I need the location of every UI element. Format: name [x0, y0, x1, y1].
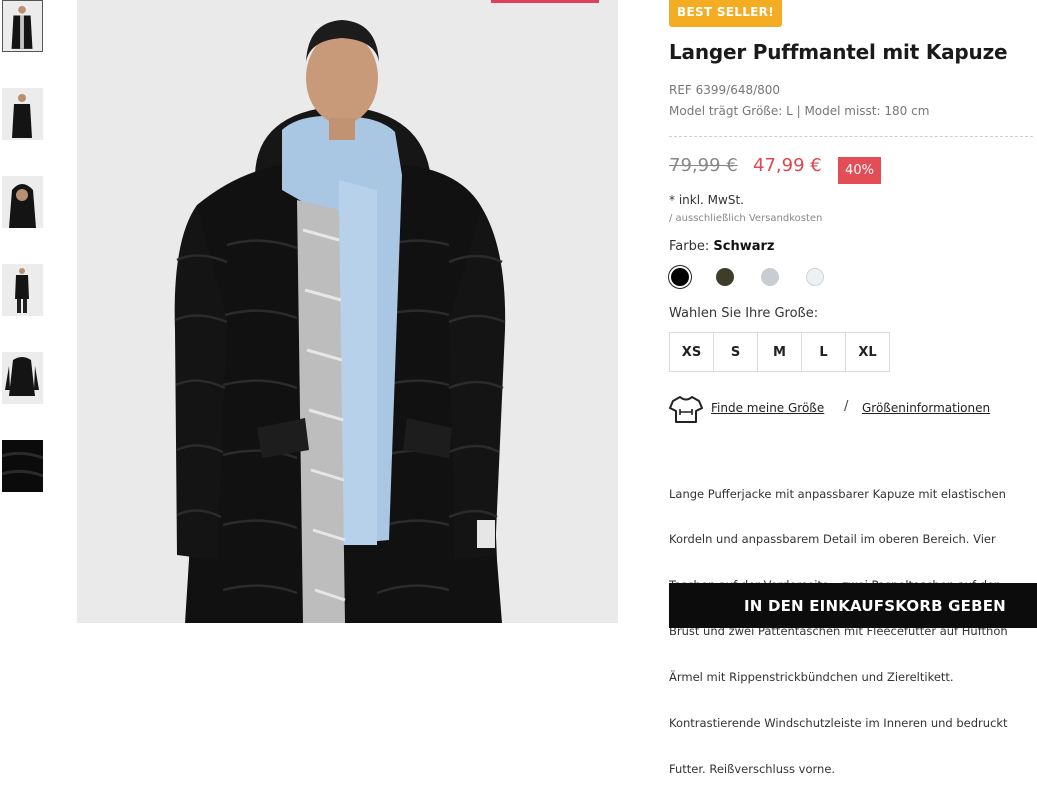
color-swatch-olive[interactable] [716, 268, 734, 286]
size-option-l[interactable]: L [801, 332, 846, 372]
size-selector: XS S M L XL [669, 332, 890, 372]
product-details: BEST SELLER! Langer Puffmantel mit Kapuz… [669, 0, 1037, 776]
color-swatch-black[interactable] [671, 268, 689, 286]
find-my-size-link[interactable]: Finde meine Größe [711, 401, 824, 415]
tax-note: * inkl. MwSt. [669, 193, 744, 207]
description-line: Futter. Reißverschluss vorne. [669, 761, 836, 776]
discount-badge: 40% [838, 157, 881, 184]
color-label-row: Farbe: Schwarz [669, 239, 774, 254]
size-label: Wahlen Sie Ihre Große: [669, 306, 819, 321]
size-option-xs[interactable]: XS [669, 332, 714, 372]
product-title: Langer Puffmantel mit Kapuze [669, 40, 1008, 64]
thumbnail-1[interactable] [2, 0, 43, 52]
description-line: Kordeln und anpassbarem Detail im oberen… [669, 532, 996, 547]
sale-price: 47,99 € [753, 155, 822, 176]
size-info-link[interactable]: Größeninformationen [862, 401, 990, 415]
bestseller-badge: BEST SELLER! [669, 0, 782, 27]
thumbnail-6[interactable] [2, 440, 43, 492]
link-separator: / [844, 399, 849, 414]
color-swatch-grey[interactable] [761, 268, 779, 286]
product-description: Lange Pufferjacke mit anpassbarer Kapuze… [669, 456, 1037, 808]
description-line: Kontrastierende Windschutzleiste im Inne… [669, 716, 1008, 731]
size-option-xl[interactable]: XL [845, 332, 890, 372]
description-line: Lange Pufferjacke mit anpassbarer Kapuze… [669, 486, 1006, 501]
color-swatch-white[interactable] [806, 268, 824, 286]
thumbnail-3[interactable] [2, 176, 43, 228]
thumbnail-4[interactable] [2, 264, 43, 316]
divider [669, 136, 1033, 137]
add-to-cart-button[interactable]: IN DEN EINKAUFSKORB GEBEN [669, 583, 1037, 628]
product-reference: REF 6399/648/800 [669, 83, 781, 97]
tshirt-icon [669, 396, 703, 423]
shipping-note: / ausschließlich Versandkosten [669, 213, 823, 224]
thumbnail-gallery [0, 0, 46, 623]
size-option-s[interactable]: S [713, 332, 758, 372]
image-accent-bar [491, 0, 599, 3]
color-label: Farbe: [669, 239, 710, 254]
thumbnail-5[interactable] [2, 352, 43, 404]
model-info: Model trägt Größe: L | Model misst: 180 … [669, 104, 930, 118]
size-option-m[interactable]: M [757, 332, 802, 372]
product-main-image[interactable] [77, 0, 618, 623]
old-price: 79,99 € [669, 155, 738, 176]
size-finder-row: Finde meine Größe / Größeninformationen [669, 393, 1037, 423]
thumbnail-2[interactable] [2, 88, 43, 140]
color-value: Schwarz [713, 239, 775, 254]
description-line: Ärmel mit Rippenstrickbündchen und Ziere… [669, 670, 954, 685]
